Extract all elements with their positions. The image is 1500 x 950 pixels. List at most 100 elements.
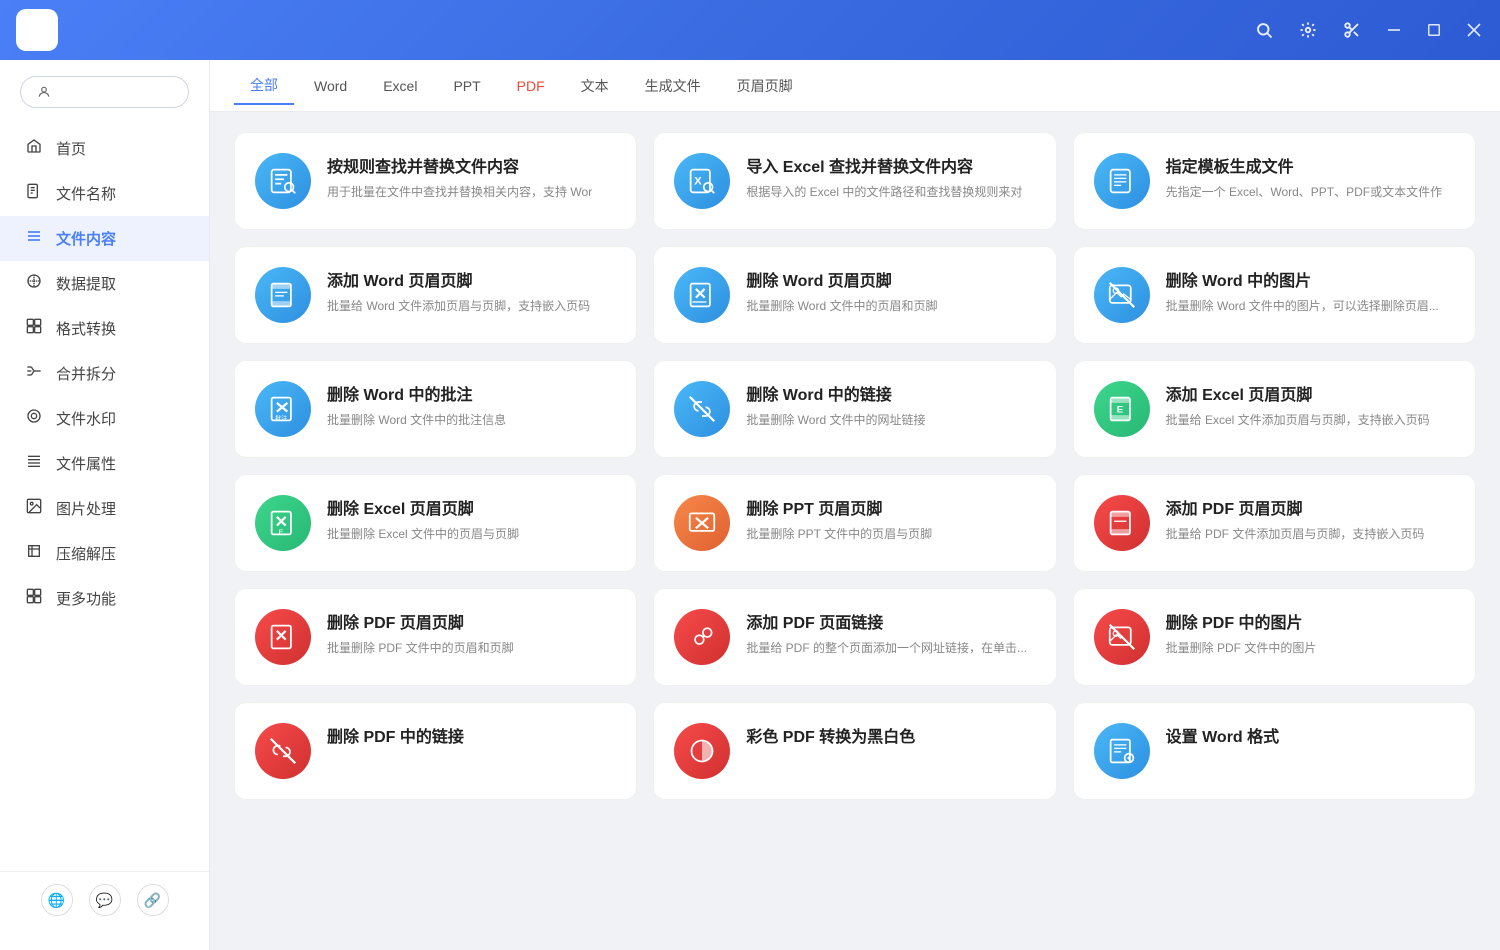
login-button[interactable] <box>20 76 189 108</box>
card-card9[interactable]: E添加 Excel 页眉页脚批量给 Excel 文件添加页眉与页脚，支持嵌入页码 <box>1073 360 1476 458</box>
list-icon <box>24 228 44 249</box>
sidebar-item-label: 更多功能 <box>56 588 116 609</box>
card-card4[interactable]: 添加 Word 页眉页脚批量给 Word 文件添加页眉与页脚，支持嵌入页码 <box>234 246 637 344</box>
card-desc: 批量删除 Excel 文件中的页眉与页脚 <box>327 525 616 543</box>
sidebar-item-label: 合并拆分 <box>56 363 116 384</box>
card-card7[interactable]: 批注 删除 Word 中的批注批量删除 Word 文件中的批注信息 <box>234 360 637 458</box>
sidebar-item-more[interactable]: 更多功能 <box>0 576 209 621</box>
sidebar-item-imgprocess[interactable]: 图片处理 <box>0 486 209 531</box>
tab-all[interactable]: 全部 <box>234 67 294 105</box>
card-card14[interactable]: 添加 PDF 页面链接批量给 PDF 的整个页面添加一个网址链接，在单击... <box>653 588 1056 686</box>
share-icon[interactable]: 🔗 <box>137 884 169 916</box>
sidebar-bottom-actions: 🌐 💬 🔗 <box>0 871 209 928</box>
sidebar-item-watermark[interactable]: 文件水印 <box>0 396 209 441</box>
sidebar-item-label: 首页 <box>56 138 86 159</box>
card-desc: 批量给 Word 文件添加页眉与页脚，支持嵌入页码 <box>327 297 616 315</box>
sidebar-item-compress[interactable]: 压缩解压 <box>0 531 209 576</box>
sidebar-item-formatconvert[interactable]: 格式转换 <box>0 306 209 351</box>
card-title: 添加 Word 页眉页脚 <box>327 267 616 291</box>
card-icon <box>674 723 730 779</box>
card-card13[interactable]: 删除 PDF 页眉页脚批量删除 PDF 文件中的页眉和页脚 <box>234 588 637 686</box>
card-card1[interactable]: 按规则查找并替换文件内容用于批量在文件中查找并替换相关内容，支持 Wor <box>234 132 637 230</box>
card-text: 删除 PPT 页眉页脚批量删除 PPT 文件中的页眉与页脚 <box>746 495 1035 543</box>
card-title: 删除 PDF 页眉页脚 <box>327 609 616 633</box>
card-title: 彩色 PDF 转换为黑白色 <box>746 723 1035 747</box>
sidebar-item-home[interactable]: 首页 <box>0 126 209 171</box>
cards-area: 按规则查找并替换文件内容用于批量在文件中查找并替换相关内容，支持 WorX导入 … <box>210 112 1500 950</box>
card-card2[interactable]: X导入 Excel 查找并替换文件内容根据导入的 Excel 中的文件路径和查找… <box>653 132 1056 230</box>
card-desc: 批量删除 PDF 文件中的图片 <box>1166 639 1455 657</box>
sidebar-item-label: 图片处理 <box>56 498 116 519</box>
home-icon <box>24 138 44 159</box>
card-icon <box>1094 267 1150 323</box>
card-title: 删除 PDF 中的图片 <box>1166 609 1455 633</box>
card-icon <box>674 495 730 551</box>
card-icon <box>1094 153 1150 209</box>
tab-headerfoot[interactable]: 页眉页脚 <box>721 68 809 104</box>
minimize-button[interactable] <box>1384 20 1404 40</box>
card-icon <box>674 609 730 665</box>
card-icon <box>255 153 311 209</box>
tab-excel[interactable]: Excel <box>367 70 433 102</box>
merge-icon <box>24 363 44 384</box>
card-card17[interactable]: 彩色 PDF 转换为黑白色 <box>653 702 1056 800</box>
sidebar-item-label: 压缩解压 <box>56 543 116 564</box>
tab-pdf[interactable]: PDF <box>501 70 561 102</box>
card-desc: 批量给 PDF 的整个页面添加一个网址链接，在单击... <box>746 639 1035 657</box>
sidebar-item-filename[interactable]: 文件名称 <box>0 171 209 216</box>
sidebar-item-label: 文件名称 <box>56 183 116 204</box>
sidebar-item-filecontent[interactable]: 文件内容 <box>0 216 209 261</box>
scissors-icon[interactable] <box>1340 18 1364 42</box>
card-title: 添加 PDF 页眉页脚 <box>1166 495 1455 519</box>
svg-text:批注: 批注 <box>275 414 287 422</box>
maximize-button[interactable] <box>1424 20 1444 40</box>
props-icon <box>24 453 44 474</box>
search-icon[interactable] <box>1252 18 1276 42</box>
tab-text[interactable]: 文本 <box>565 68 625 104</box>
card-card6[interactable]: 删除 Word 中的图片批量删除 Word 文件中的图片，可以选择删除页眉... <box>1073 246 1476 344</box>
card-icon <box>255 609 311 665</box>
chat-icon[interactable]: 💬 <box>89 884 121 916</box>
card-icon <box>674 267 730 323</box>
card-text: 删除 Word 中的批注批量删除 Word 文件中的批注信息 <box>327 381 616 429</box>
card-card12[interactable]: 添加 PDF 页眉页脚批量给 PDF 文件添加页眉与页脚，支持嵌入页码 <box>1073 474 1476 572</box>
card-desc: 批量删除 Word 文件中的批注信息 <box>327 411 616 429</box>
card-card18[interactable]: 设置 Word 格式 <box>1073 702 1476 800</box>
card-title: 添加 PDF 页面链接 <box>746 609 1035 633</box>
card-icon <box>1094 723 1150 779</box>
close-button[interactable] <box>1464 20 1484 40</box>
card-card11[interactable]: 删除 PPT 页眉页脚批量删除 PPT 文件中的页眉与页脚 <box>653 474 1056 572</box>
sidebar-item-mergesplit[interactable]: 合并拆分 <box>0 351 209 396</box>
data-icon <box>24 273 44 294</box>
settings-icon[interactable] <box>1296 18 1320 42</box>
image-icon <box>24 498 44 519</box>
card-icon: E <box>255 495 311 551</box>
tab-word[interactable]: Word <box>298 70 363 102</box>
tab-ppt[interactable]: PPT <box>437 70 496 102</box>
card-card8[interactable]: 删除 Word 中的链接批量删除 Word 文件中的网址链接 <box>653 360 1056 458</box>
sidebar-item-label: 文件内容 <box>56 228 116 249</box>
card-text: 导入 Excel 查找并替换文件内容根据导入的 Excel 中的文件路径和查找替… <box>746 153 1035 201</box>
card-card5[interactable]: 删除 Word 页眉页脚批量删除 Word 文件中的页眉和页脚 <box>653 246 1056 344</box>
card-title: 删除 Word 中的批注 <box>327 381 616 405</box>
tab-genfile[interactable]: 生成文件 <box>629 68 717 104</box>
browser-icon[interactable]: 🌐 <box>41 884 73 916</box>
card-desc: 批量删除 Word 文件中的网址链接 <box>746 411 1035 429</box>
sidebar-item-label: 格式转换 <box>56 318 116 339</box>
card-text: 指定模板生成文件先指定一个 Excel、Word、PPT、PDF或文本文件作 <box>1166 153 1455 201</box>
more-icon <box>24 588 44 609</box>
sidebar-item-dataextract[interactable]: 数据提取 <box>0 261 209 306</box>
card-card15[interactable]: 删除 PDF 中的图片批量删除 PDF 文件中的图片 <box>1073 588 1476 686</box>
card-icon <box>1094 495 1150 551</box>
card-icon <box>255 723 311 779</box>
sidebar-item-fileprops[interactable]: 文件属性 <box>0 441 209 486</box>
card-desc: 批量给 Excel 文件添加页眉与页脚，支持嵌入页码 <box>1166 411 1455 429</box>
card-card16[interactable]: 删除 PDF 中的链接 <box>234 702 637 800</box>
card-card3[interactable]: 指定模板生成文件先指定一个 Excel、Word、PPT、PDF或文本文件作 <box>1073 132 1476 230</box>
sidebar-item-label: 文件属性 <box>56 453 116 474</box>
card-card10[interactable]: E删除 Excel 页眉页脚批量删除 Excel 文件中的页眉与页脚 <box>234 474 637 572</box>
card-text: 添加 Word 页眉页脚批量给 Word 文件添加页眉与页脚，支持嵌入页码 <box>327 267 616 315</box>
card-icon: E <box>1094 381 1150 437</box>
card-text: 删除 Word 中的图片批量删除 Word 文件中的图片，可以选择删除页眉... <box>1166 267 1455 315</box>
card-icon <box>674 381 730 437</box>
